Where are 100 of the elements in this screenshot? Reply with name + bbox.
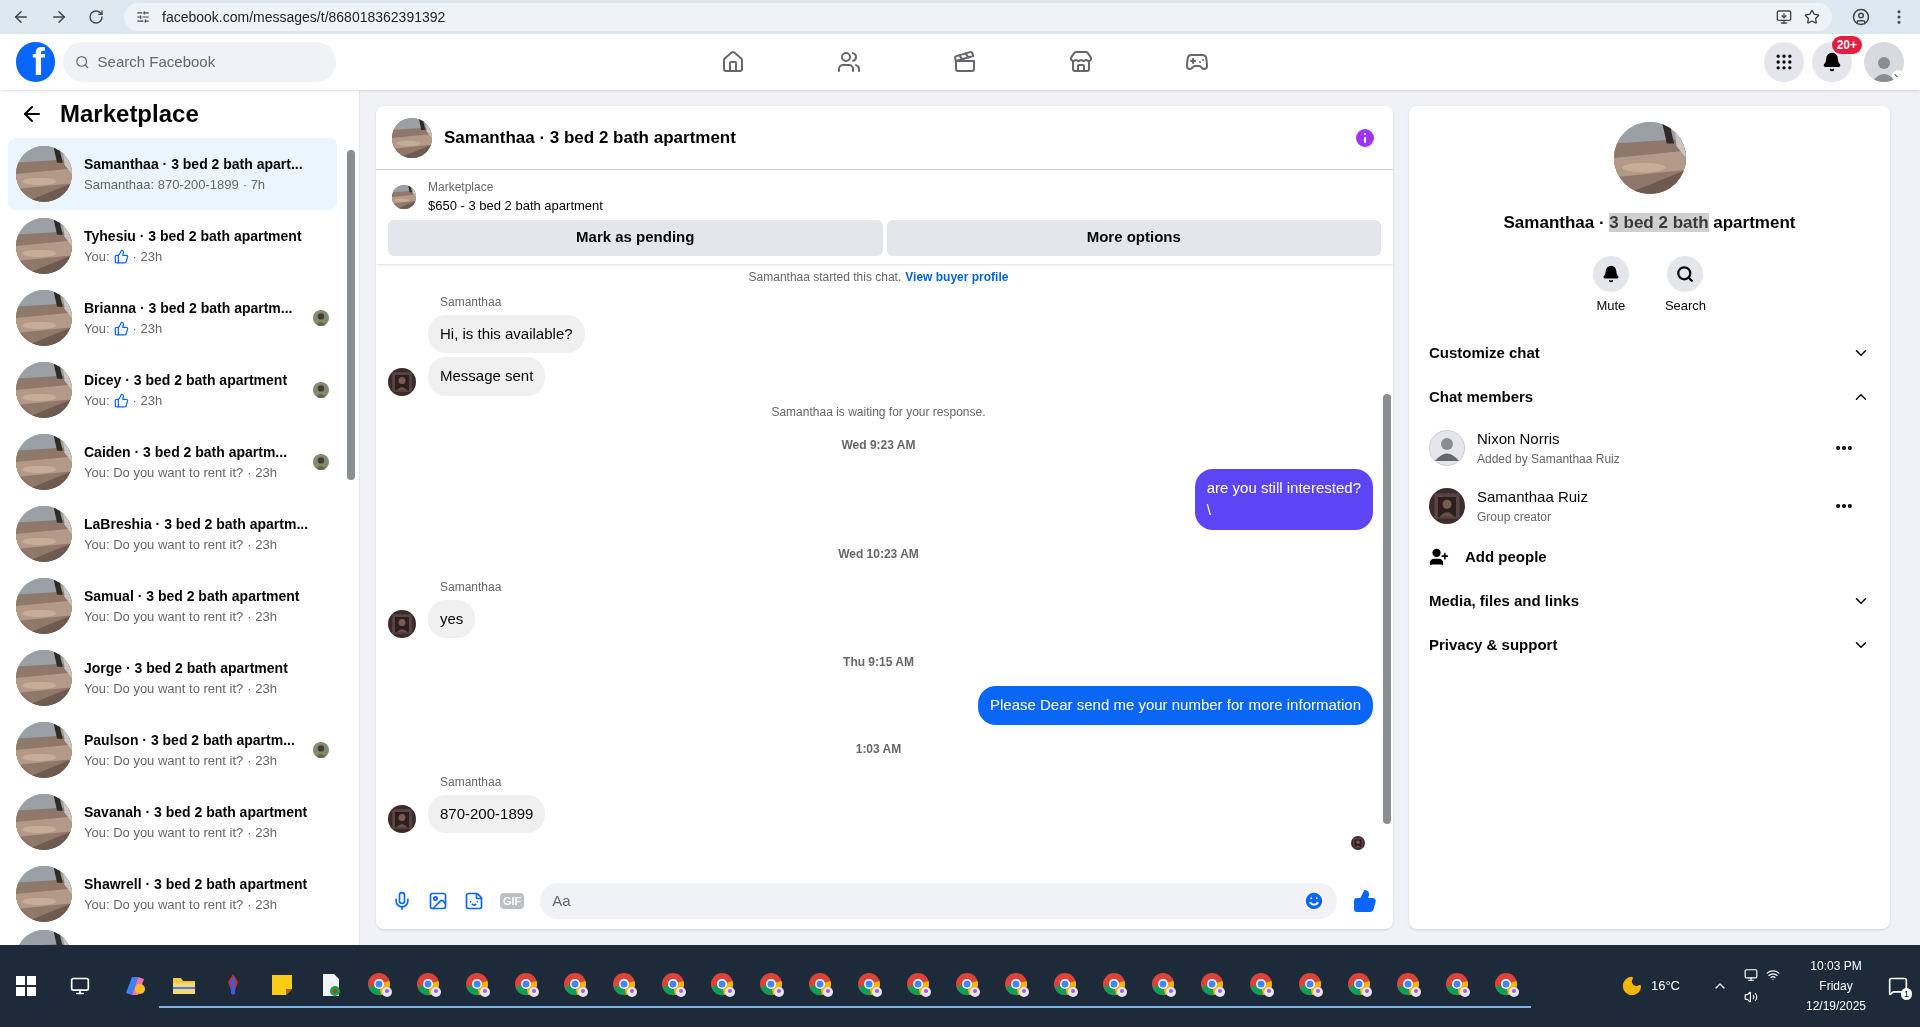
- message-preview: You: Do you want to rent it?: [84, 463, 244, 482]
- browser-icon: [1150, 972, 1177, 998]
- temperature: 16°C: [1650, 977, 1680, 996]
- section-header[interactable]: Media, files and links: [1425, 579, 1874, 623]
- panel-title: Marketplace: [60, 99, 199, 129]
- browser-icon: [464, 972, 491, 998]
- member-row[interactable]: Samanthaa Ruiz Group creator: [1425, 477, 1874, 535]
- message-time: · 23h: [247, 463, 277, 482]
- browser-icon: [1248, 972, 1275, 998]
- conversation-title: Dicey · 3 bed 2 bath apartment: [84, 370, 288, 390]
- friends-icon[interactable]: [837, 50, 861, 74]
- message-preview: Samanthaa: 870-200-1899: [84, 175, 239, 194]
- incoming-message: Message sent: [428, 357, 546, 396]
- listing-title: $650 - 3 bed 2 bath apartment: [428, 197, 603, 215]
- mute-button[interactable]: [1592, 255, 1629, 292]
- browser-icon: [513, 972, 540, 998]
- browser-icon: [807, 972, 834, 998]
- microphone-icon[interactable]: [392, 891, 412, 911]
- add-people-button[interactable]: Add people: [1425, 535, 1874, 579]
- image-icon[interactable]: [428, 891, 448, 911]
- reload-icon[interactable]: [88, 9, 104, 25]
- sender-name: Samanthaa: [440, 293, 503, 311]
- message-timestamp: Thu 9:15 AM: [843, 654, 914, 671]
- bell-icon: [1601, 264, 1620, 283]
- video-icon[interactable]: [953, 50, 977, 74]
- incoming-message: Hi, is this available?: [428, 314, 585, 353]
- message-preview: You: Do you want to rent it?: [84, 607, 244, 626]
- message-timestamp: Wed 10:23 AM: [838, 545, 919, 563]
- member-name: Nixon Norris: [1477, 428, 1561, 449]
- scrollbar[interactable]: [1383, 393, 1391, 824]
- bookmark-icon[interactable]: [1804, 9, 1820, 25]
- task-view-icon[interactable]: [70, 976, 90, 996]
- section-header[interactable]: Chat members: [1425, 375, 1874, 419]
- search-button[interactable]: [1667, 255, 1704, 292]
- chat-title: Samanthaa · 3 bed 2 bath apartment: [444, 126, 737, 149]
- emoji-icon[interactable]: [1303, 890, 1325, 912]
- search-field[interactable]: Search Facebook: [63, 42, 336, 82]
- volume-icon[interactable]: [1744, 990, 1758, 1004]
- member-name: Samanthaa Ruiz: [1477, 486, 1589, 507]
- message-time: · 23h: [247, 751, 277, 770]
- conversation-item[interactable]: Samanthaa · 3 bed 2 bath apart... Samanthaa: 870-200-1899 · 7h: [8, 138, 337, 210]
- message-time: · 23h: [247, 535, 277, 554]
- like-icon: [113, 321, 129, 336]
- system-message: Samanthaa is waiting for your response.: [771, 403, 986, 421]
- outgoing-message: Please Dear send me your number for more information: [978, 686, 1373, 725]
- browser-icon: [758, 972, 785, 998]
- profile-icon[interactable]: [1852, 8, 1870, 26]
- account-avatar[interactable]: [1864, 42, 1904, 82]
- browser-icon: [1444, 972, 1471, 998]
- conversation-title: Samual · 3 bed 2 bath apartment: [84, 586, 300, 606]
- network-icon[interactable]: [1766, 968, 1780, 982]
- forward-icon[interactable]: [50, 8, 68, 26]
- site-settings-icon[interactable]: [136, 10, 150, 24]
- menu-button[interactable]: [1764, 42, 1804, 82]
- marketplace-icon[interactable]: [1069, 50, 1093, 74]
- message-timestamp: 1:03 AM: [855, 740, 902, 758]
- address-bar[interactable]: facebook.com/messages/t/868018362391392: [124, 3, 1832, 31]
- sticker-icon[interactable]: [464, 891, 484, 911]
- clock-time: 10:03 PM: [1810, 958, 1862, 975]
- like-icon[interactable]: [1353, 889, 1377, 913]
- windows-start-icon[interactable]: [16, 976, 36, 996]
- buyer-profile-link[interactable]: View buyer profile: [905, 267, 1009, 286]
- search-input[interactable]: Search Facebook: [97, 50, 324, 74]
- install-icon[interactable]: [1776, 9, 1792, 25]
- conversation-title: Paulson · 3 bed 2 bath apartm...: [84, 730, 295, 750]
- listing-source: Marketplace: [428, 179, 495, 196]
- message-field[interactable]: Aa: [540, 883, 1337, 919]
- url-text: facebook.com/messages/t/868018362391392: [162, 7, 446, 27]
- message-time: · 23h: [247, 679, 277, 698]
- back-icon[interactable]: [12, 8, 30, 26]
- message-preview: You:: [84, 319, 110, 338]
- browser-icon: [954, 972, 981, 998]
- conversation-title: LaBreshia · 3 bed 2 bath apartm...: [84, 514, 309, 534]
- listing-action-button[interactable]: More options: [886, 219, 1381, 256]
- section-header[interactable]: Privacy & support: [1425, 623, 1874, 667]
- message-input[interactable]: Aa: [552, 889, 1303, 913]
- notification-badge: 20+: [1831, 36, 1862, 54]
- sender-name: Samanthaa: [440, 578, 503, 596]
- message-preview: You:: [84, 247, 110, 266]
- search-icon: [75, 54, 90, 70]
- listing-action-button[interactable]: Mark as pending: [388, 219, 883, 256]
- member-row[interactable]: Nixon Norris Added by Samanthaa Ruiz: [1425, 419, 1874, 477]
- browser-icon: [1297, 972, 1324, 998]
- section-header[interactable]: Customize chat: [1425, 331, 1874, 375]
- action-label: Mute: [1596, 296, 1626, 315]
- incoming-message: yes: [428, 599, 476, 638]
- message-time: · 23h: [132, 247, 163, 266]
- member-role: Group creator: [1477, 509, 1553, 527]
- scrollbar[interactable]: [347, 150, 355, 480]
- display-icon[interactable]: [1744, 968, 1758, 982]
- browser-icon: [1003, 972, 1030, 998]
- home-icon[interactable]: [721, 50, 745, 74]
- conversation-title: Tyhesiu · 3 bed 2 bath apartment: [84, 226, 302, 246]
- like-icon: [113, 249, 129, 264]
- member-role: Added by Samanthaa Ruiz: [1477, 451, 1621, 469]
- facebook-logo[interactable]: f: [16, 42, 56, 82]
- message-preview: You: Do you want to rent it?: [84, 751, 244, 770]
- browser-icon: [905, 972, 932, 998]
- message-time: · 23h: [247, 607, 277, 626]
- conversation-title: Savanah · 3 bed 2 bath apartment: [84, 802, 308, 822]
